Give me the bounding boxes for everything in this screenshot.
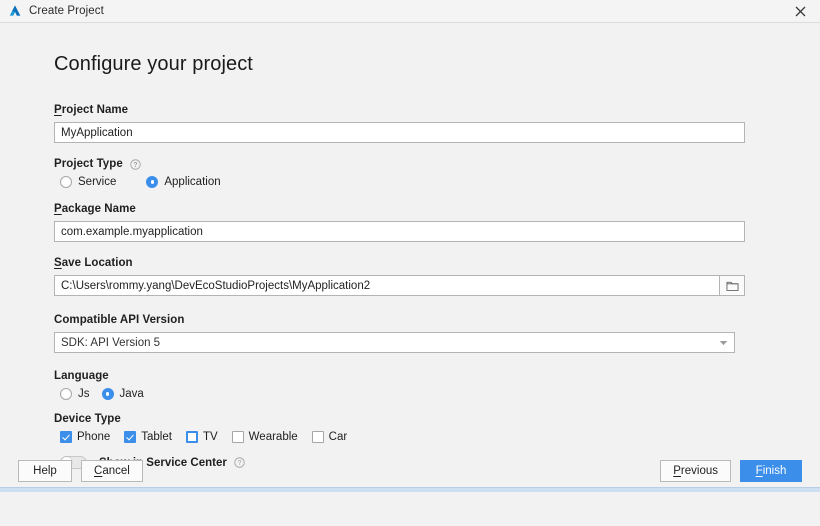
close-icon[interactable] [780, 0, 820, 23]
language-label-text: Language [54, 370, 109, 382]
checkbox-device-car[interactable]: Car [311, 431, 348, 443]
language-label: Language [54, 370, 766, 382]
checkbox-indicator [60, 431, 72, 443]
radio-indicator [101, 388, 114, 400]
svg-text:?: ? [133, 162, 137, 169]
api-version-value: SDK: API Version 5 [61, 336, 161, 349]
radio-label: Application [164, 176, 221, 188]
package-name-label: Package Name [54, 203, 136, 215]
radio-indicator [60, 176, 72, 188]
radio-indicator [60, 388, 72, 400]
dialog-footer: Help Cancel Previous Finish [0, 458, 820, 484]
device-type-checkbox-group: Phone Tablet TV Wearable Car [54, 431, 766, 443]
checkbox-indicator [124, 431, 137, 443]
save-location-label-text: ave Location [61, 257, 133, 269]
package-name-value: com.example.myapplication [61, 225, 203, 238]
checkbox-indicator [311, 431, 324, 443]
checkbox-label: TV [202, 431, 218, 443]
bottom-accent-strip [0, 487, 820, 492]
finish-button-label: Finish [755, 465, 787, 477]
package-name-label-text: ackage Name [61, 203, 136, 215]
project-name-label-text: roject Name [61, 104, 129, 116]
project-type-radio-group: Service Application [54, 176, 766, 188]
package-name-input[interactable]: com.example.myapplication [54, 221, 745, 242]
project-type-help-circle-icon[interactable]: ? [130, 158, 141, 170]
radio-indicator [146, 176, 159, 188]
previous-button[interactable]: Previous [660, 460, 731, 482]
project-name-input[interactable]: MyApplication [54, 122, 745, 143]
help-button-label: Help [33, 465, 57, 477]
page-title: Configure your project [54, 53, 253, 75]
api-version-label-text: Compatible API Version [54, 314, 185, 326]
checkbox-label: Tablet [141, 431, 172, 443]
deveco-triangle-logo-icon [9, 5, 21, 16]
language-radio-group: Js Java [54, 388, 766, 400]
radio-language-js[interactable]: Js [60, 388, 90, 400]
previous-button-label: Previous [673, 465, 718, 477]
save-location-label: Save Location [54, 257, 133, 269]
window-title: Create Project [29, 5, 104, 17]
footer-right-group: Previous Finish [660, 460, 802, 482]
checkbox-device-wearable[interactable]: Wearable [231, 431, 298, 443]
help-button[interactable]: Help [18, 460, 72, 482]
checkbox-device-phone[interactable]: Phone [60, 431, 110, 443]
folder-icon [726, 281, 738, 291]
cancel-button-label: Cancel [94, 465, 130, 477]
device-type-label-text: Device Type [54, 413, 121, 425]
browse-folder-button[interactable] [719, 275, 745, 296]
radio-label: Js [78, 388, 90, 400]
checkbox-label: Phone [77, 431, 111, 443]
radio-label: Service [78, 176, 117, 188]
checkbox-device-tv[interactable]: TV [185, 431, 218, 443]
footer-left-group: Help Cancel [18, 460, 143, 482]
finish-button[interactable]: Finish [740, 460, 802, 482]
save-location-row: C:\Users\rommy.yang\DevEcoStudioProjects… [54, 275, 745, 296]
project-name-label: Project Name [54, 104, 129, 116]
radio-label: Java [119, 388, 144, 400]
checkbox-indicator [231, 431, 244, 443]
checkbox-label: Car [328, 431, 348, 443]
device-type-label: Device Type [54, 413, 766, 425]
radio-language-java[interactable]: Java [101, 388, 144, 400]
save-location-input[interactable]: C:\Users\rommy.yang\DevEcoStudioProjects… [54, 275, 719, 296]
project-name-value: MyApplication [61, 126, 133, 139]
api-version-label: Compatible API Version [54, 314, 766, 326]
radio-project-type-service[interactable]: Service [60, 176, 116, 188]
radio-project-type-application[interactable]: Application [146, 176, 221, 188]
checkbox-device-tablet[interactable]: Tablet [124, 431, 172, 443]
save-location-value: C:\Users\rommy.yang\DevEcoStudioProjects… [61, 279, 371, 292]
checkbox-indicator [185, 431, 198, 443]
dialog-body: Configure your project Project Name MyAp… [0, 23, 820, 492]
title-bar: Create Project [0, 0, 820, 23]
project-type-label: Project Type ? [54, 158, 766, 170]
api-version-select[interactable]: SDK: API Version 5 [54, 332, 735, 353]
cancel-button[interactable]: Cancel [81, 460, 143, 482]
checkbox-label: Wearable [248, 431, 298, 443]
project-type-label-text: Project Type [54, 158, 123, 170]
chevron-down-icon[interactable] [712, 340, 734, 346]
